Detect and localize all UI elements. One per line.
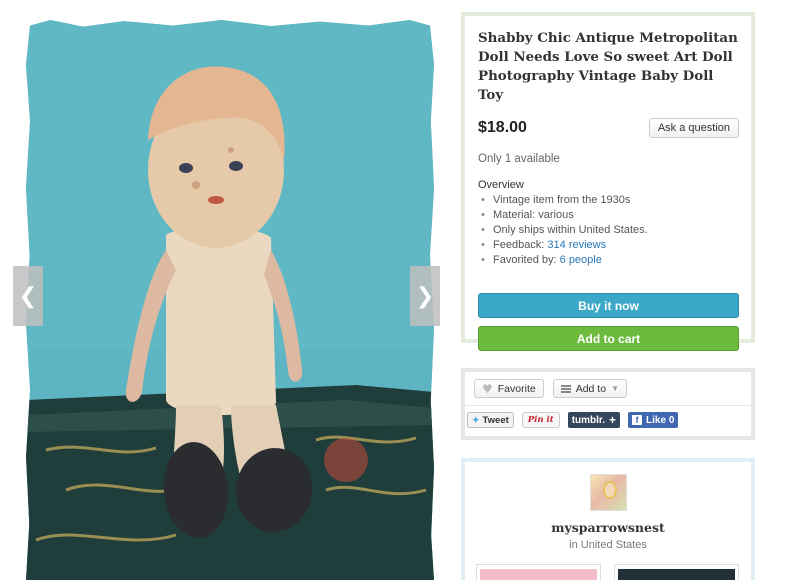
tweet-button[interactable]: ✦ Tweet [467, 412, 514, 428]
favorite-button[interactable]: ♥ Favorite [474, 379, 544, 398]
plus-icon: + [609, 413, 617, 427]
price-row: $18.00 Ask a question [478, 118, 739, 138]
social-divider [465, 405, 751, 406]
favorited-label: Favorited by: [493, 254, 560, 266]
fact-feedback: Feedback: 314 reviews [478, 238, 739, 253]
shop-item-thumbnail[interactable] [614, 564, 739, 580]
chevron-left-icon: ❮ [18, 283, 38, 309]
product-photo[interactable] [26, 20, 434, 580]
shop-location: in United States [569, 539, 647, 551]
list-icon [560, 384, 571, 393]
pin-label: Pin it [527, 415, 554, 425]
add-to-label: Add to [575, 382, 607, 395]
favorite-actions-row: ♥ Favorite Add to ▼ [474, 379, 627, 398]
favorite-label: Favorite [497, 382, 536, 395]
previous-image-button[interactable]: ❮ [13, 266, 43, 326]
caret-down-icon: ▼ [611, 384, 619, 393]
add-to-list-button[interactable]: Add to ▼ [552, 379, 627, 398]
shop-info-panel: mysparrowsnest in United States [461, 458, 755, 580]
product-image-gallery: ❮ ❯ [13, 12, 440, 580]
fact-favorited: Favorited by: 6 people [478, 253, 739, 268]
twitter-bird-icon: ✦ [472, 414, 480, 425]
facebook-icon: f [632, 415, 643, 425]
tweet-label: Tweet [482, 414, 509, 426]
heart-icon: ♥ [482, 381, 493, 396]
shop-name-link[interactable]: mysparrowsnest [465, 520, 751, 535]
tumblr-label: tumblr. [571, 414, 606, 426]
social-actions-panel: ♥ Favorite Add to ▼ ✦ Tweet Pin it tumbl… [461, 368, 755, 440]
feedback-reviews-link[interactable]: 314 reviews [547, 239, 606, 251]
add-to-cart-button[interactable]: Add to cart [478, 326, 739, 351]
fact-shipping: Only ships within United States. [478, 223, 739, 238]
ask-question-button[interactable]: Ask a question [648, 118, 739, 138]
listing-purchase-panel: Shabby Chic Antique Metropolitan Doll Ne… [461, 12, 755, 351]
availability-text: Only 1 available [478, 153, 560, 165]
listing-title: Shabby Chic Antique Metropolitan Doll Ne… [478, 30, 738, 103]
feedback-label: Feedback: [493, 239, 548, 251]
overview-heading: Overview [478, 179, 524, 191]
fact-material: Material: various [478, 208, 739, 223]
buy-it-now-button[interactable]: Buy it now [478, 293, 739, 318]
chevron-right-icon: ❯ [415, 283, 435, 309]
listing-price: $18.00 [478, 119, 527, 136]
facebook-like-button[interactable]: f Like 0 [628, 412, 679, 428]
tumblr-share-button[interactable]: tumblr. + [567, 412, 621, 428]
shop-item-thumbnail[interactable] [476, 564, 601, 580]
like-label: Like 0 [646, 414, 675, 426]
overview-list: Vintage item from the 1930s Material: va… [478, 193, 739, 268]
pin-it-button[interactable]: Pin it [521, 412, 560, 428]
shop-avatar[interactable] [590, 474, 627, 511]
favorited-people-link[interactable]: 6 people [560, 254, 602, 266]
share-buttons-row: ✦ Tweet Pin it tumblr. + f Like 0 [467, 412, 679, 428]
doll-photo-illustration [26, 20, 434, 580]
next-image-button[interactable]: ❯ [410, 266, 440, 326]
fact-age: Vintage item from the 1930s [478, 193, 739, 208]
